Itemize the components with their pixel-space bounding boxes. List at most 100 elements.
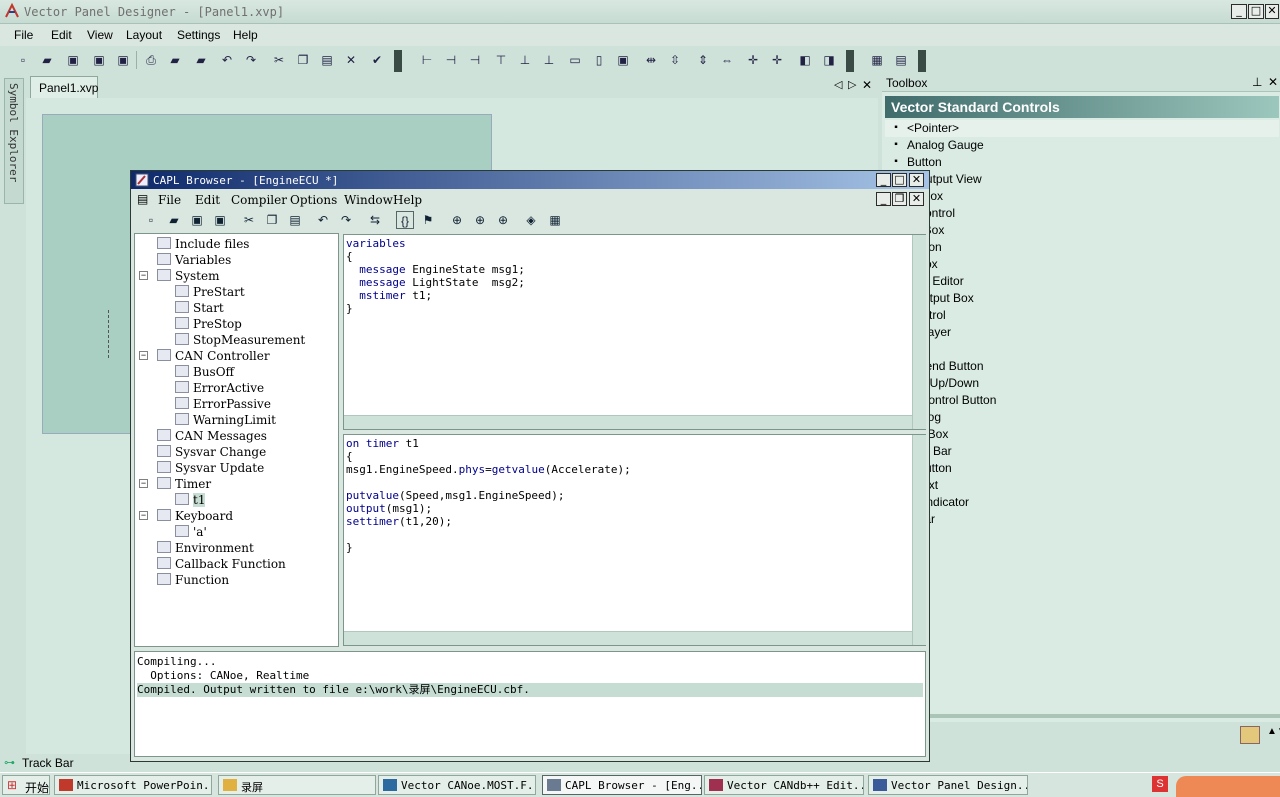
align-top-icon[interactable]: ⊤ [492,51,510,69]
toolbox-item[interactable]: ▪ck Box [885,188,1279,205]
tree-item[interactable]: 'a' [175,524,207,540]
capl-minimize-button[interactable]: _ [876,173,891,187]
capl-copy-icon[interactable]: ❐ [263,211,281,229]
toolbox-item[interactable]: ▪bo Box [885,222,1279,239]
tab-prev-icon[interactable]: ◁ [834,78,842,91]
capl-grid-icon[interactable]: ▦ [546,211,564,229]
layout-icon[interactable]: ▤ [892,51,910,69]
tree-item[interactable]: CAN Messages [157,428,267,444]
capl-braces-icon[interactable]: {} [396,211,414,229]
tree-item[interactable]: ErrorPassive [175,396,271,412]
capl-find-next-icon[interactable]: ⊕ [471,211,489,229]
undo-icon[interactable]: ↶ [218,51,236,69]
folder-icon[interactable]: ▰ [166,51,184,69]
cut-icon[interactable]: ✂ [270,51,288,69]
delete-icon[interactable]: ✕ [342,51,360,69]
capl-open-icon[interactable]: ▰ [165,211,183,229]
tab-close-icon[interactable]: ✕ [862,78,872,92]
toolbox-group-header[interactable]: Vector Standard Controls [885,96,1279,118]
toolbox-item[interactable]: ▪Button [885,154,1279,171]
send-back-icon[interactable]: ◨ [820,51,838,69]
capl-undo-icon[interactable]: ↶ [314,211,332,229]
capl-menu-options[interactable]: Options [290,193,337,207]
start-button[interactable]: ⊞ 开始 [2,775,50,795]
tree-expander[interactable]: − [139,479,148,488]
toolbox-item[interactable]: ▪t/Output Box [885,290,1279,307]
print-icon[interactable]: ⎙ [142,51,160,69]
capl-menu-window[interactable]: Window [344,193,393,207]
menu-settings[interactable]: Settings [177,28,220,42]
move-center-icon[interactable]: ✛ [768,51,786,69]
tree-item[interactable]: Sysvar Change [157,444,266,460]
tree-expander[interactable]: − [139,351,148,360]
toolbox-item[interactable]: ▪Control [885,307,1279,324]
taskbar-task[interactable]: Vector Panel Design... [868,775,1028,795]
tree-item[interactable]: Variables [157,252,231,268]
horizontal-scrollbar[interactable] [344,631,913,645]
menu-edit[interactable]: Edit [51,28,72,42]
toolbox-item[interactable]: ▪eric Up/Down [885,375,1279,392]
compiler-output[interactable]: Compiling... Options: CANoe, Realtime Com… [134,651,926,757]
ime-icon[interactable]: S [1152,776,1168,792]
tree-item[interactable]: WarningLimit [175,412,276,428]
tree-item[interactable]: Start [175,300,224,316]
toolbar-grip[interactable] [918,50,926,72]
tree-item[interactable]: BusOff [175,364,234,380]
handler-editor[interactable]: on timer t1{msg1.EngineSpeed.phys=getval… [343,434,926,646]
toolbar-grip[interactable] [394,50,402,72]
toolbox-item[interactable]: ▪Button [885,239,1279,256]
vertical-scrollbar[interactable] [912,435,926,645]
minimize-button[interactable]: _ [1231,4,1247,19]
same-size-icon[interactable]: ▣ [614,51,632,69]
taskbar-task[interactable]: Vector CANoe.MOST.F... [378,775,536,795]
toolbox-item[interactable]: ▪ress Bar [885,443,1279,460]
doc-close-button[interactable]: ✕ [909,192,924,206]
bring-front-icon[interactable]: ◧ [796,51,814,69]
toolbox-item[interactable]: ▪T Send Button [885,358,1279,375]
tree-item[interactable]: Include files [157,236,249,252]
tree-item[interactable]: ErrorActive [175,380,264,396]
capl-redo-icon[interactable]: ↷ [337,211,355,229]
toolbox-item[interactable]: ▪ <Pointer> [885,120,1279,137]
toolbox-item[interactable]: ▪el Control Button [885,392,1279,409]
toolbar-grip[interactable] [846,50,854,72]
capl-debug-icon[interactable]: ⚑ [419,211,437,229]
align-center-icon[interactable]: ⊣ [442,51,460,69]
taskbar-task[interactable]: Vector CANdb++ Edit... [704,775,864,795]
capl-paste-icon[interactable]: ▤ [286,211,304,229]
toolbox-item[interactable]: ▪p Box [885,256,1279,273]
toolbox-close-icon[interactable]: ✕ [1268,75,1278,89]
tree-item[interactable]: t1 [175,492,206,508]
copy-icon[interactable]: ❐ [294,51,312,69]
move-icon[interactable]: ✛ [744,51,762,69]
tab-panel1[interactable]: Panel1.xvp [30,76,98,98]
toolbox-item[interactable]: ▪L Output View [885,171,1279,188]
open-folder-icon[interactable]: ▰ [192,51,210,69]
toolbox-item[interactable]: ▪ Analog Gauge [885,137,1279,154]
capl-save-all-icon[interactable]: ▣ [211,211,229,229]
tree-item[interactable]: Environment [157,540,254,556]
tree-item[interactable]: PreStop [175,316,242,332]
align-left-icon[interactable]: ⊢ [418,51,436,69]
vspace-icon[interactable]: ⇳ [666,51,684,69]
toolbox-item[interactable]: ▪ch/Indicator [885,494,1279,511]
selection-handle[interactable] [108,310,114,358]
center-v-icon[interactable]: ⇔ [718,51,736,69]
toolbox-item[interactable]: ▪o Button [885,460,1279,477]
toolbox-options-icon[interactable] [1240,726,1260,744]
toolbox-item[interactable]: ▪a Player [885,324,1279,341]
tab-next-icon[interactable]: ▷ [848,78,856,91]
toolbox-item[interactable]: ▪Text Editor [885,273,1279,290]
align-right-icon[interactable]: ⊣ [466,51,484,69]
toolbox-item[interactable]: ▪r [885,341,1279,358]
close-button[interactable]: ✕ [1265,4,1279,19]
symbol-explorer-tab[interactable]: Symbol Explorer [4,78,24,204]
pin-icon[interactable]: ⊥ [1252,75,1262,89]
toolbox-item[interactable]: ▪k Bar [885,511,1279,528]
tree-item[interactable]: Sysvar Update [157,460,264,476]
tree-item[interactable]: System [157,268,219,284]
tree-item[interactable]: CAN Controller [157,348,270,364]
taskbar-task[interactable]: 录屏 [218,775,376,795]
vertical-scrollbar[interactable] [912,235,926,429]
doc-restore-button[interactable]: ❐ [892,192,907,206]
